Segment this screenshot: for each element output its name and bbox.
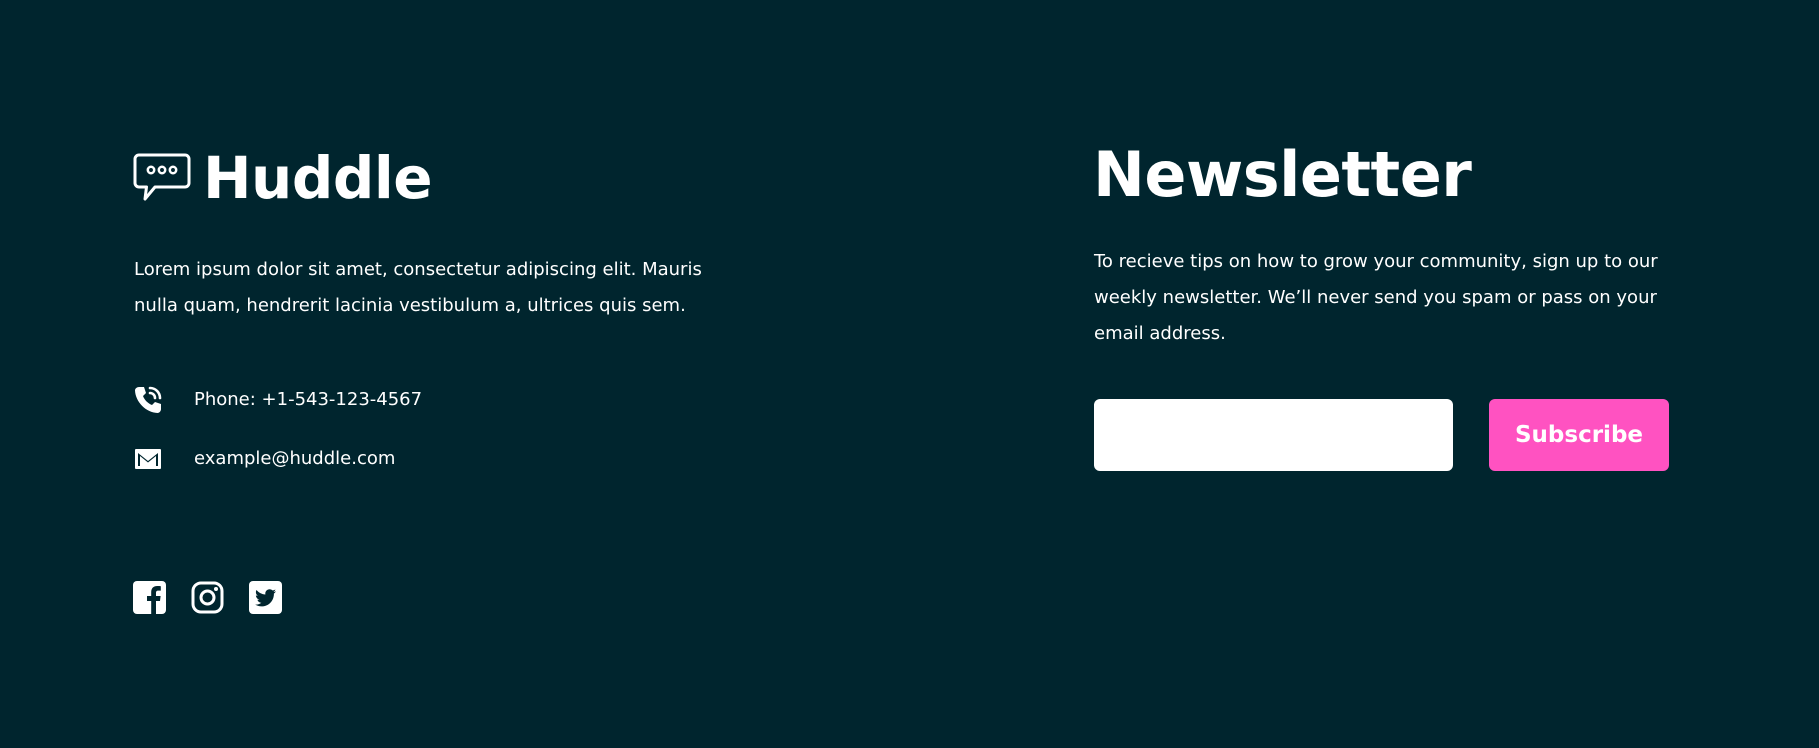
brand-name: Huddle bbox=[203, 144, 433, 212]
phone-icon bbox=[135, 386, 162, 413]
contact-phone-text: Phone: +1-543-123-4567 bbox=[194, 389, 423, 410]
newsletter-title: Newsletter bbox=[1093, 138, 1472, 211]
about-text: Lorem ipsum dolor sit amet, consectetur … bbox=[134, 259, 702, 316]
chat-bubble-icon bbox=[133, 153, 191, 201]
email-icon bbox=[135, 449, 161, 469]
contact-phone: Phone: +1-543-123-4567 bbox=[133, 385, 422, 415]
brand-logo[interactable]: Huddle bbox=[133, 144, 433, 212]
facebook-icon[interactable] bbox=[133, 581, 166, 614]
subscribe-button[interactable]: Subscribe bbox=[1489, 399, 1669, 471]
site-footer: Huddle Lorem ipsum dolor sit amet, conse… bbox=[0, 0, 1819, 748]
contact-email-link[interactable]: example@huddle.com bbox=[194, 444, 395, 474]
twitter-icon[interactable] bbox=[249, 581, 282, 614]
contact-email: example@huddle.com bbox=[133, 444, 395, 474]
newsletter-email-input[interactable] bbox=[1094, 399, 1453, 471]
newsletter-description: To recieve tips on how to grow your comm… bbox=[1094, 251, 1658, 344]
social-links bbox=[133, 581, 282, 614]
instagram-icon[interactable] bbox=[191, 581, 224, 614]
